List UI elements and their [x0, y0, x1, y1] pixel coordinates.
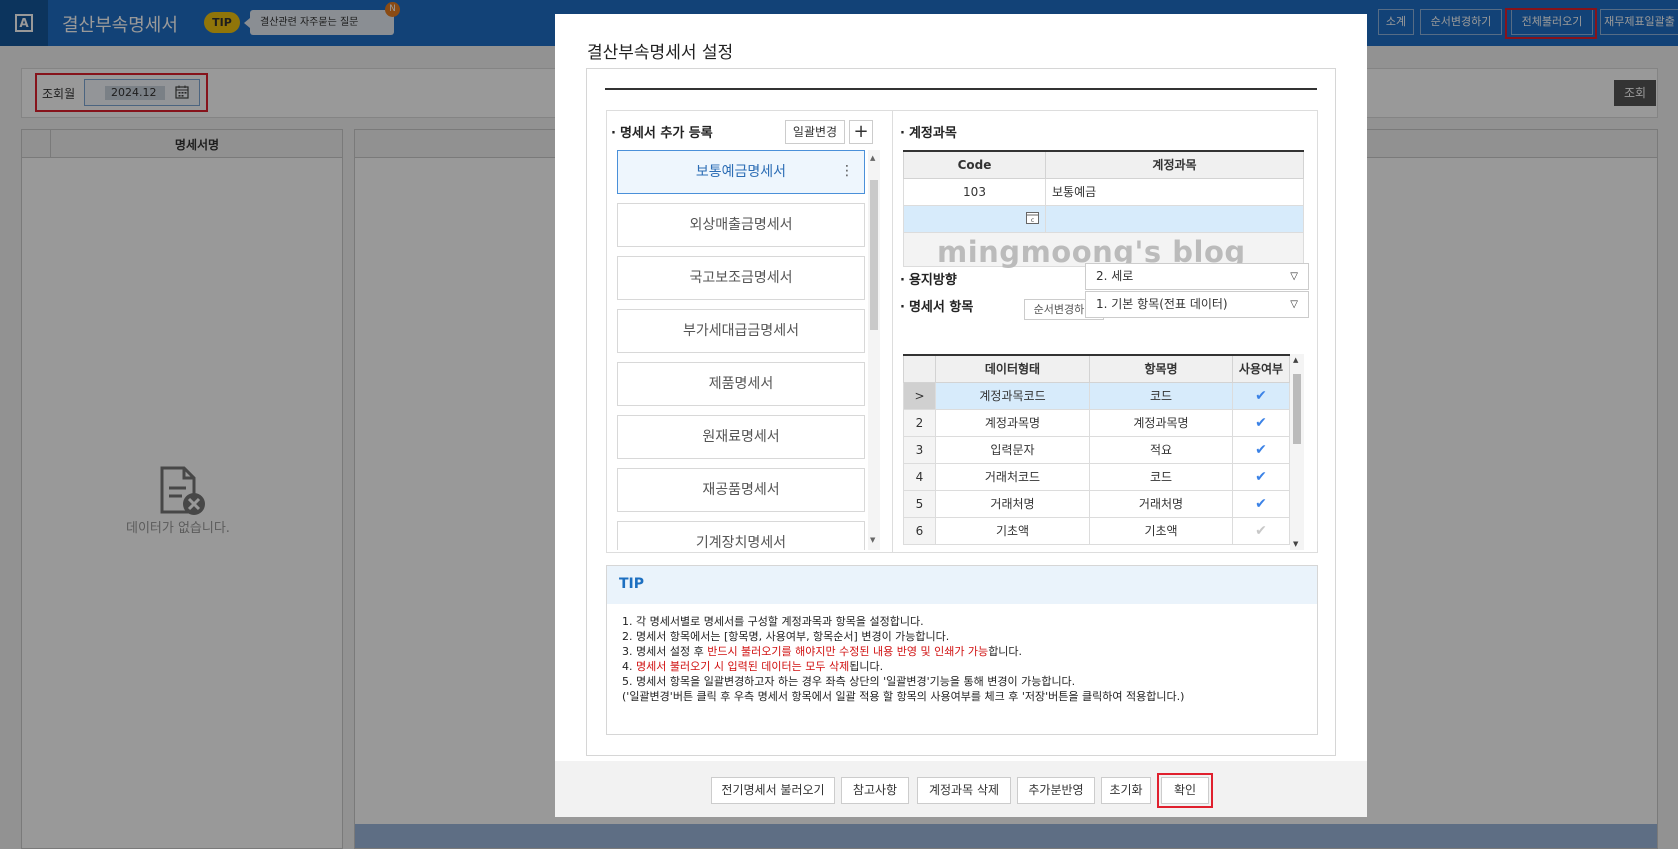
col-code: Code: [903, 150, 1046, 179]
row-number: 3: [903, 435, 936, 464]
account-table: Code 계정과목 103 보통예금 c: [903, 150, 1304, 233]
item-scrollbar[interactable]: ▲ ▼: [1290, 354, 1304, 550]
check-icon: ✔: [1255, 441, 1267, 458]
item-name[interactable]: 적요: [1089, 435, 1233, 464]
more-options-icon[interactable]: ⋮: [840, 151, 854, 191]
table-row[interactable]: 3 입력문자 적요 ✔: [903, 435, 1290, 464]
table-row[interactable]: 103 보통예금: [903, 177, 1304, 206]
item-name[interactable]: 코드: [1089, 381, 1233, 410]
table-row[interactable]: > 계정과목코드 코드 ✔: [903, 381, 1290, 410]
row-number: 6: [903, 516, 936, 545]
chevron-down-icon: ▽: [1290, 271, 1298, 282]
item-type-value: 1. 기본 항목(전표 데이터): [1096, 297, 1228, 311]
statement-item[interactable]: 국고보조금명세서: [617, 256, 865, 300]
scroll-down-icon[interactable]: ▼: [870, 536, 875, 544]
notes-button[interactable]: 참고사항: [841, 777, 909, 804]
item-type: 계정과목명: [935, 408, 1090, 437]
table-row[interactable]: 5 거래처명 거래처명 ✔: [903, 489, 1290, 518]
tip-box: TIP 1. 각 명세서별로 명세서를 구성할 계정과목과 항목을 설정합니다.…: [606, 565, 1318, 735]
item-type: 거래처코드: [935, 462, 1090, 491]
item-type-select[interactable]: 1. 기본 항목(전표 데이터) ▽: [1085, 291, 1309, 318]
statement-item[interactable]: 외상매출금명세서: [617, 203, 865, 247]
scroll-up-icon[interactable]: ▲: [870, 154, 875, 162]
svg-text:c: c: [1031, 217, 1034, 224]
apply-additions-button[interactable]: 추가분반영: [1017, 777, 1095, 804]
statement-scrollbar[interactable]: ▲ ▼: [868, 150, 880, 550]
use-checkbox[interactable]: ✔: [1232, 489, 1290, 518]
scroll-down-icon[interactable]: ▼: [1293, 540, 1298, 548]
statement-item[interactable]: 제품명세서: [617, 362, 865, 406]
tip-line: 3. 명세서 설정 후 반드시 불러오기를 해야지만 수정된 내용 반영 및 인…: [622, 645, 1023, 658]
check-icon: ✔: [1255, 468, 1267, 485]
item-name[interactable]: 코드: [1089, 462, 1233, 491]
tip-line: ('일괄변경'버튼 클릭 후 우측 명세서 항목에서 일괄 적용 할 항목의 사…: [622, 690, 1185, 703]
col-item-name: 항목명: [1089, 354, 1233, 383]
check-icon: ✔: [1255, 414, 1267, 431]
col-account: 계정과목: [1045, 150, 1304, 179]
account-name: 보통예금: [1045, 177, 1304, 206]
tip-line: 2. 명세서 항목에서는 [항목명, 사용여부, 항목순서] 변경이 가능합니다…: [622, 630, 950, 643]
statement-item[interactable]: 재공품명세서: [617, 468, 865, 512]
check-icon: ✔: [1255, 387, 1267, 404]
use-checkbox[interactable]: ✔: [1232, 435, 1290, 464]
table-row[interactable]: 2 계정과목명 계정과목명 ✔: [903, 408, 1290, 437]
col-data-type: 데이터형태: [935, 354, 1090, 383]
add-statement-button[interactable]: +: [849, 120, 873, 144]
chevron-down-icon: ▽: [1290, 299, 1298, 310]
statement-item[interactable]: 원재료명세서: [617, 415, 865, 459]
delete-account-button[interactable]: 계정과목 삭제: [917, 777, 1011, 804]
modal-title: 결산부속명세서 설정: [587, 43, 734, 63]
use-checkbox[interactable]: ✔: [1232, 381, 1290, 410]
items-label: 명세서 항목: [900, 296, 973, 315]
item-name[interactable]: 기초액: [1089, 516, 1233, 545]
highlight-confirm: [1157, 773, 1213, 808]
item-table: 데이터형태 항목명 사용여부 > 계정과목코드 코드 ✔ 2 계정과목명 계정과…: [903, 354, 1290, 545]
check-icon: ✔: [1255, 495, 1267, 512]
statement-item[interactable]: 기계장치명세서: [617, 521, 865, 550]
orientation-label: 용지방향: [900, 269, 957, 288]
row-number: 2: [903, 408, 936, 437]
row-number: 4: [903, 462, 936, 491]
use-checkbox[interactable]: ✔: [1232, 462, 1290, 491]
row-indicator: >: [903, 381, 936, 410]
row-number: 5: [903, 489, 936, 518]
table-row[interactable]: 6 기초액 기초액 ✔: [903, 516, 1290, 545]
modal-footer: 전기명세서 불러오기 참고사항 계정과목 삭제 추가분반영 초기화 확인: [555, 761, 1367, 817]
orientation-select[interactable]: 2. 세로 ▽: [1085, 263, 1309, 290]
reset-button[interactable]: 초기화: [1101, 777, 1151, 804]
tip-title: TIP: [619, 576, 645, 592]
check-icon: ✔: [1255, 522, 1267, 539]
settings-modal: 결산부속명세서 설정 명세서 추가 등록 일괄변경 + 보통예금명세서 ⋮ 외상매…: [555, 14, 1367, 817]
use-checkbox[interactable]: ✔: [1232, 408, 1290, 437]
tip-content: 1. 각 명세서별로 명세서를 구성할 계정과목과 항목을 설정합니다. 2. …: [622, 614, 1184, 704]
new-row[interactable]: c: [903, 204, 1304, 233]
statement-item[interactable]: 보통예금명세서 ⋮: [617, 150, 865, 194]
table-row[interactable]: 4 거래처코드 코드 ✔: [903, 462, 1290, 491]
bulk-change-button[interactable]: 일괄변경: [785, 120, 845, 144]
account-section-title: 계정과목: [900, 122, 957, 141]
code-help-icon[interactable]: c: [1026, 211, 1039, 227]
statement-label: 보통예금명세서: [695, 164, 787, 180]
use-checkbox[interactable]: ✔: [1232, 516, 1290, 545]
statement-item[interactable]: 부가세대급금명세서: [617, 309, 865, 353]
scroll-up-icon[interactable]: ▲: [1293, 356, 1298, 364]
tip-line: 5. 명세서 항목을 일괄변경하고자 하는 경우 좌측 상단의 '일괄변경'기능…: [622, 675, 1076, 688]
item-type: 입력문자: [935, 435, 1090, 464]
item-type: 기초액: [935, 516, 1090, 545]
load-prior-statement-button[interactable]: 전기명세서 불러오기: [711, 777, 835, 804]
tip-line: 4. 명세서 불러오기 시 입력된 데이터는 모두 삭제됩니다.: [622, 660, 884, 673]
tip-line: 1. 각 명세서별로 명세서를 구성할 계정과목과 항목을 설정합니다.: [622, 615, 924, 628]
blog-watermark: mingmoong's blog: [903, 233, 1304, 269]
item-type: 계정과목코드: [935, 381, 1090, 410]
item-type: 거래처명: [935, 489, 1090, 518]
statement-section-title: 명세서 추가 등록: [611, 122, 713, 141]
account-code: 103: [903, 177, 1046, 206]
statement-list: 보통예금명세서 ⋮ 외상매출금명세서 국고보조금명세서 부가세대급금명세서 제품명…: [617, 150, 865, 550]
col-use: 사용여부: [1232, 354, 1290, 383]
item-name[interactable]: 거래처명: [1089, 489, 1233, 518]
orientation-value: 2. 세로: [1096, 269, 1134, 283]
item-name[interactable]: 계정과목명: [1089, 408, 1233, 437]
